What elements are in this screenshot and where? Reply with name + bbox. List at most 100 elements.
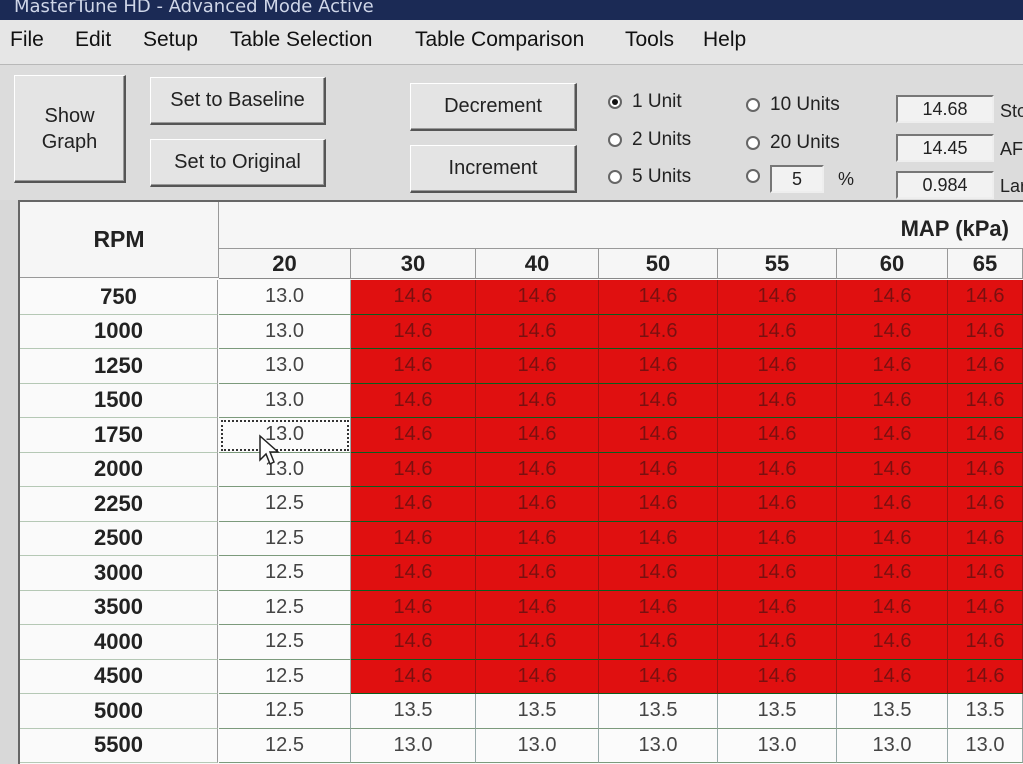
table-cell[interactable]: 14.6 xyxy=(476,452,599,487)
table-cell[interactable]: 14.6 xyxy=(476,280,599,315)
table-cell[interactable]: 13.5 xyxy=(599,694,718,729)
table-cell[interactable]: 13.5 xyxy=(476,694,599,729)
table-cell[interactable]: 13.0 xyxy=(599,728,718,763)
table-cell[interactable]: 13.0 xyxy=(219,418,351,453)
table-cell[interactable]: 14.6 xyxy=(718,452,837,487)
table-cell[interactable]: 14.6 xyxy=(718,314,837,349)
table-cell[interactable]: 12.5 xyxy=(219,728,351,763)
table-cell[interactable]: 14.6 xyxy=(476,556,599,591)
radio-percent[interactable] xyxy=(746,169,770,183)
table-cell[interactable]: 14.6 xyxy=(599,280,718,315)
table-cell[interactable]: 14.6 xyxy=(351,314,476,349)
table-cell[interactable]: 14.6 xyxy=(351,556,476,591)
table-cell[interactable]: 14.6 xyxy=(476,659,599,694)
table-cell[interactable]: 13.0 xyxy=(476,728,599,763)
table-cell[interactable]: 14.6 xyxy=(837,659,948,694)
table-cell[interactable]: 13.0 xyxy=(219,452,351,487)
table-cell[interactable]: 13.5 xyxy=(837,694,948,729)
table-cell[interactable]: 14.6 xyxy=(837,521,948,556)
table-cell[interactable]: 12.5 xyxy=(219,487,351,522)
table-cell[interactable]: 14.6 xyxy=(476,418,599,453)
table-cell[interactable]: 14.6 xyxy=(476,590,599,625)
table-cell[interactable]: 14.6 xyxy=(351,659,476,694)
table-cell[interactable]: 13.0 xyxy=(219,280,351,315)
table-cell[interactable]: 14.6 xyxy=(837,487,948,522)
table-cell[interactable]: 12.5 xyxy=(219,556,351,591)
table-cell[interactable]: 14.6 xyxy=(718,349,837,384)
radio-1-unit[interactable]: 1 Unit xyxy=(608,91,682,113)
table-cell[interactable]: 14.6 xyxy=(948,383,1023,418)
table-cell[interactable]: 14.6 xyxy=(599,487,718,522)
table-cell[interactable]: 14.6 xyxy=(351,349,476,384)
table-cell[interactable]: 14.6 xyxy=(599,521,718,556)
table-cell[interactable]: 12.5 xyxy=(219,625,351,660)
table-cell[interactable]: 14.6 xyxy=(351,452,476,487)
table-cell[interactable]: 14.6 xyxy=(351,590,476,625)
table-cell[interactable]: 14.6 xyxy=(718,418,837,453)
radio-5-units[interactable]: 5 Units xyxy=(608,166,691,188)
table-cell[interactable]: 13.5 xyxy=(351,694,476,729)
table-cell[interactable]: 14.6 xyxy=(948,625,1023,660)
table-cell[interactable]: 14.6 xyxy=(837,590,948,625)
table-cell[interactable]: 14.6 xyxy=(351,521,476,556)
table-cell[interactable]: 14.6 xyxy=(718,625,837,660)
table-cell[interactable]: 14.6 xyxy=(351,487,476,522)
table-cell[interactable]: 14.6 xyxy=(599,625,718,660)
table-cell[interactable]: 13.0 xyxy=(718,728,837,763)
table-cell[interactable]: 14.6 xyxy=(599,314,718,349)
radio-20-units[interactable]: 20 Units xyxy=(746,132,840,154)
table-cell[interactable]: 14.6 xyxy=(837,625,948,660)
table-cell[interactable]: 14.6 xyxy=(599,590,718,625)
menu-file[interactable]: File xyxy=(10,28,44,52)
table-cell[interactable]: 13.5 xyxy=(948,694,1023,729)
table-cell[interactable]: 14.6 xyxy=(476,314,599,349)
table-cell[interactable]: 14.6 xyxy=(948,280,1023,315)
table-cell[interactable]: 14.6 xyxy=(948,590,1023,625)
table-cell[interactable]: 13.0 xyxy=(351,728,476,763)
table-cell[interactable]: 14.6 xyxy=(837,452,948,487)
table-cell[interactable]: 12.5 xyxy=(219,694,351,729)
table-cell[interactable]: 14.6 xyxy=(948,452,1023,487)
table-cell[interactable]: 14.6 xyxy=(476,349,599,384)
table-cell[interactable]: 14.6 xyxy=(718,383,837,418)
table-cell[interactable]: 13.0 xyxy=(219,314,351,349)
table-cell[interactable]: 14.6 xyxy=(476,383,599,418)
table-cell[interactable]: 12.5 xyxy=(219,590,351,625)
table-cell[interactable]: 13.5 xyxy=(718,694,837,729)
radio-2-units[interactable]: 2 Units xyxy=(608,129,691,151)
table-cell[interactable]: 14.6 xyxy=(837,556,948,591)
table-cell[interactable]: 14.6 xyxy=(476,625,599,660)
table-cell[interactable]: 12.5 xyxy=(219,521,351,556)
table-cell[interactable]: 14.6 xyxy=(948,314,1023,349)
table-cell[interactable]: 13.0 xyxy=(219,349,351,384)
percent-input[interactable]: 5 xyxy=(770,165,824,193)
table-cell[interactable]: 14.6 xyxy=(948,556,1023,591)
table-cell[interactable]: 14.6 xyxy=(837,280,948,315)
set-to-original-button[interactable]: Set to Original xyxy=(150,139,326,187)
menu-table-selection[interactable]: Table Selection xyxy=(230,28,372,52)
table-cell[interactable]: 14.6 xyxy=(718,590,837,625)
table-cell[interactable]: 14.6 xyxy=(351,383,476,418)
table-cell[interactable]: 14.6 xyxy=(837,314,948,349)
table-cell[interactable]: 14.6 xyxy=(837,418,948,453)
menu-tools[interactable]: Tools xyxy=(625,28,674,52)
menu-table-comparison[interactable]: Table Comparison xyxy=(415,28,584,52)
table-cell[interactable]: 14.6 xyxy=(948,659,1023,694)
menu-help[interactable]: Help xyxy=(703,28,746,52)
table-cell[interactable]: 14.6 xyxy=(718,659,837,694)
table-cell[interactable]: 14.6 xyxy=(351,418,476,453)
table-cell[interactable]: 14.6 xyxy=(599,383,718,418)
radio-10-units[interactable]: 10 Units xyxy=(746,94,840,116)
table-cell[interactable]: 14.6 xyxy=(351,280,476,315)
table-cell[interactable]: 14.6 xyxy=(948,418,1023,453)
table-cell[interactable]: 13.0 xyxy=(837,728,948,763)
table-cell[interactable]: 14.6 xyxy=(599,418,718,453)
table-cell[interactable]: 13.0 xyxy=(219,383,351,418)
table-cell[interactable]: 13.0 xyxy=(948,728,1023,763)
table-cell[interactable]: 14.6 xyxy=(948,521,1023,556)
table-cell[interactable]: 14.6 xyxy=(837,383,948,418)
table-cell[interactable]: 14.6 xyxy=(476,521,599,556)
table-cell[interactable]: 14.6 xyxy=(599,349,718,384)
menu-setup[interactable]: Setup xyxy=(143,28,198,52)
table-cell[interactable]: 14.6 xyxy=(599,659,718,694)
